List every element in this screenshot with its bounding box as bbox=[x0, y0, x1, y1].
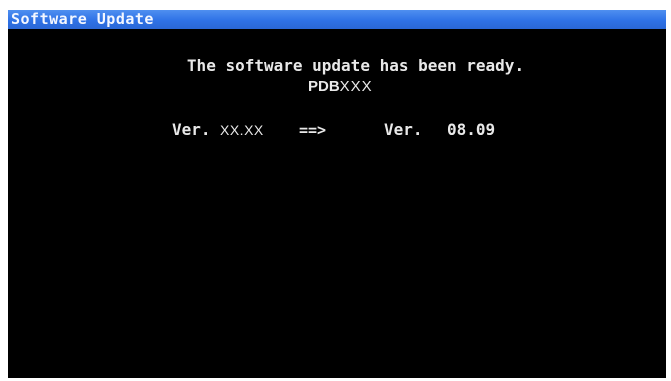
model-suffix: XXX bbox=[339, 78, 373, 95]
current-version-label: Ver. bbox=[172, 120, 211, 139]
update-screen: Software Update The software update has … bbox=[8, 10, 666, 378]
current-version-value: XX.XX bbox=[220, 122, 264, 138]
new-version-label: Ver. bbox=[384, 120, 423, 139]
version-row: Ver. XX.XX ==> Ver. 08.09 bbox=[8, 120, 666, 140]
update-ready-message: The software update has been ready. bbox=[186, 56, 525, 75]
title-bar: Software Update bbox=[8, 10, 666, 29]
model-prefix: PDB bbox=[308, 78, 340, 95]
model-name: PDBXXX bbox=[308, 78, 373, 96]
window-title: Software Update bbox=[11, 10, 154, 28]
version-arrow: ==> bbox=[299, 121, 327, 139]
new-version-value: 08.09 bbox=[447, 120, 496, 139]
